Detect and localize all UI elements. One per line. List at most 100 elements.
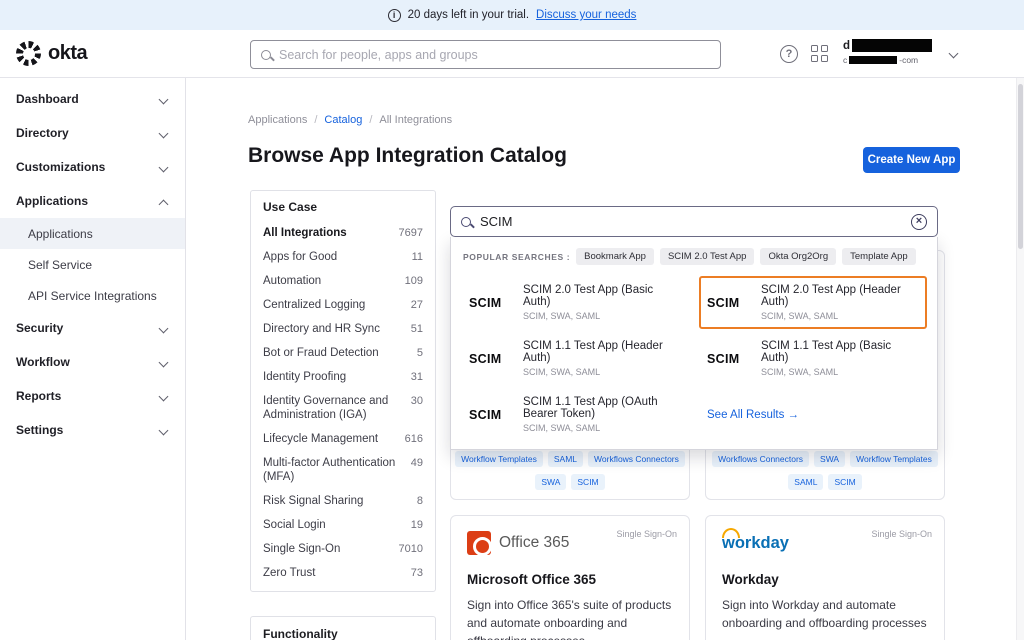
filter-single-sign-on[interactable]: Single Sign-On 7010: [251, 537, 435, 561]
protocol-tag: Workflow Templates: [850, 451, 938, 467]
filter-all-integrations[interactable]: All Integrations 7697: [251, 221, 435, 245]
chevron-down-icon: [159, 357, 169, 367]
search-results-dropdown: POPULAR SEARCHES : Bookmark App SCIM 2.0…: [450, 237, 938, 450]
breadcrumb-catalog[interactable]: Catalog: [307, 114, 362, 126]
protocol-tag: SAML: [548, 451, 583, 467]
scim-logo: SCIM: [707, 352, 753, 366]
info-icon: [388, 9, 401, 22]
apps-grid-icon[interactable]: [811, 45, 828, 62]
sidebar-item-settings[interactable]: Settings: [0, 413, 185, 447]
filter-identity-proofing[interactable]: Identity Proofing 31: [251, 365, 435, 389]
clear-search-icon[interactable]: [911, 214, 927, 230]
sidebar-item-directory[interactable]: Directory: [0, 116, 185, 150]
sign-on-mode-label: Single Sign-On: [616, 529, 677, 539]
app-card-description: Sign into Office 365's suite of products…: [467, 596, 673, 640]
use-case-heading: Use Case: [251, 191, 435, 221]
workday-wordmark: workday: [722, 534, 789, 553]
popular-chip-bookmark-app[interactable]: Bookmark App: [576, 248, 654, 265]
chevron-down-icon: [159, 425, 169, 435]
filter-social-login[interactable]: Social Login 19: [251, 513, 435, 537]
sidebar-item-workflow[interactable]: Workflow: [0, 345, 185, 379]
trial-banner: 20 days left in your trial. Discuss your…: [0, 0, 1024, 30]
sidebar-subitem-applications[interactable]: Applications: [0, 218, 185, 249]
filter-zero-trust[interactable]: Zero Trust 73: [251, 561, 435, 585]
protocol-tag: SAML: [788, 474, 823, 490]
chevron-up-icon: [159, 199, 169, 209]
chevron-down-icon: [159, 391, 169, 401]
protocol-tag: Workflows Connectors: [588, 451, 685, 467]
sidebar-item-customizations[interactable]: Customizations: [0, 150, 185, 184]
sidebar-subitem-self-service[interactable]: Self Service: [0, 249, 185, 280]
office365-wordmark: Office 365: [499, 534, 569, 552]
app-card-office365[interactable]: Single Sign-On Office 365 Microsoft Offi…: [450, 515, 690, 640]
scim-logo: SCIM: [469, 296, 515, 310]
result-scim20-basic-auth[interactable]: SCIM SCIM 2.0 Test App (Basic Auth) SCIM…: [461, 276, 689, 329]
catalog-search-input[interactable]: [480, 214, 902, 229]
protocol-tag: SWA: [814, 451, 845, 467]
account-email-suffix: -com: [899, 55, 918, 65]
popular-chip-template-app[interactable]: Template App: [842, 248, 916, 265]
popular-searches-label: POPULAR SEARCHES :: [463, 252, 570, 262]
global-search[interactable]: [250, 40, 721, 69]
sidebar-subitem-api-service-integrations[interactable]: API Service Integrations: [0, 280, 185, 311]
okta-aura-icon: [16, 41, 41, 66]
app-card-description: Sign into Workday and automate onboardin…: [722, 596, 928, 632]
search-icon: [461, 217, 471, 227]
account-email-fragment: c: [843, 55, 847, 65]
breadcrumb-applications[interactable]: Applications: [248, 114, 307, 126]
result-scim11-oauth-bearer[interactable]: SCIM SCIM 1.1 Test App (OAuth Bearer Tok…: [461, 388, 689, 441]
scim-logo: SCIM: [469, 408, 515, 422]
scim-logo: SCIM: [469, 352, 515, 366]
filter-apps-for-good[interactable]: Apps for Good 11: [251, 245, 435, 269]
result-scim20-header-auth[interactable]: SCIM SCIM 2.0 Test App (Header Auth) SCI…: [699, 276, 927, 329]
page-title: Browse App Integration Catalog: [248, 144, 567, 168]
catalog-search[interactable]: [450, 206, 938, 237]
global-search-input[interactable]: [279, 48, 710, 62]
filter-bot-fraud-detection[interactable]: Bot or Fraud Detection 5: [251, 341, 435, 365]
account-name-fragment: d: [843, 40, 850, 52]
chevron-down-icon[interactable]: [949, 49, 959, 59]
create-new-app-button[interactable]: Create New App: [863, 147, 960, 173]
protocol-tag: Workflows Connectors: [712, 451, 809, 467]
result-scim11-basic-auth[interactable]: SCIM SCIM 1.1 Test App (Basic Auth) SCIM…: [699, 332, 927, 385]
app-card-title: Workday: [722, 572, 928, 587]
okta-logo[interactable]: okta: [16, 41, 87, 66]
filter-directory-hr-sync[interactable]: Directory and HR Sync 51: [251, 317, 435, 341]
chevron-down-icon: [159, 94, 169, 104]
scrollbar-thumb[interactable]: [1018, 84, 1023, 249]
breadcrumb-all-integrations: All Integrations: [362, 114, 452, 126]
chevron-down-icon: [159, 128, 169, 138]
filter-automation[interactable]: Automation 109: [251, 269, 435, 293]
sidebar: Dashboard Directory Customizations Appli…: [0, 78, 186, 640]
popular-chip-okta-org2org[interactable]: Okta Org2Org: [760, 248, 836, 265]
breadcrumb: Applications Catalog All Integrations: [248, 114, 452, 126]
scim-logo: SCIM: [707, 296, 753, 310]
okta-wordmark: okta: [48, 42, 87, 65]
see-all-results-link[interactable]: See All Results →: [699, 388, 927, 441]
sidebar-item-dashboard[interactable]: Dashboard: [0, 82, 185, 116]
functionality-heading: Functionality: [250, 616, 436, 640]
sidebar-item-applications[interactable]: Applications: [0, 184, 185, 218]
chevron-down-icon: [159, 162, 169, 172]
filter-risk-signal-sharing[interactable]: Risk Signal Sharing 8: [251, 489, 435, 513]
result-scim11-header-auth[interactable]: SCIM SCIM 1.1 Test App (Header Auth) SCI…: [461, 332, 689, 385]
filter-panel: Use Case All Integrations 7697 Apps for …: [250, 190, 436, 640]
protocol-tag: SCIM: [571, 474, 604, 490]
filter-iga[interactable]: Identity Governance and Administration (…: [251, 389, 435, 427]
protocol-tag: Workflow Templates: [455, 451, 543, 467]
sidebar-item-security[interactable]: Security: [0, 311, 185, 345]
help-icon[interactable]: [780, 45, 798, 63]
filter-mfa[interactable]: Multi-factor Authentication (MFA) 49: [251, 451, 435, 489]
filter-lifecycle-management[interactable]: Lifecycle Management 616: [251, 427, 435, 451]
account-menu[interactable]: d c -com: [843, 39, 932, 65]
discuss-needs-link[interactable]: Discuss your needs: [536, 9, 636, 21]
redaction-box: [852, 39, 932, 52]
vertical-scrollbar[interactable]: [1016, 78, 1024, 640]
app-card-workday[interactable]: Single Sign-On workday Workday Sign into…: [705, 515, 945, 640]
popular-chip-scim20-test-app[interactable]: SCIM 2.0 Test App: [660, 248, 755, 265]
trial-banner-text: 20 days left in your trial.: [408, 9, 529, 21]
top-header: okta d c -com: [0, 30, 1024, 78]
protocol-tag: SWA: [535, 474, 566, 490]
sidebar-item-reports[interactable]: Reports: [0, 379, 185, 413]
filter-centralized-logging[interactable]: Centralized Logging 27: [251, 293, 435, 317]
